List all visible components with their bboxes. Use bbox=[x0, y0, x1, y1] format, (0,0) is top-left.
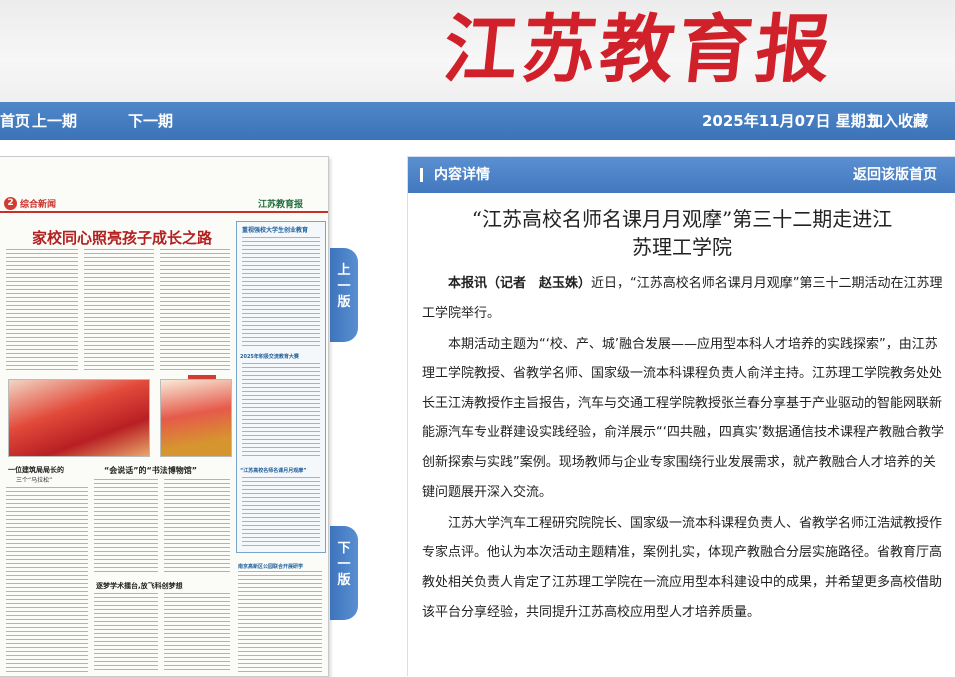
article-title: “江苏高校名师名课月月观摩”第三十二期走进江 苏理工学院 bbox=[408, 205, 955, 261]
page-section-name: 综合新闻 bbox=[20, 200, 57, 210]
content-panel: 内容详情 返回该版首页 “江苏高校名师名课月月观摩”第三十二期走进江 苏理工学院… bbox=[407, 156, 955, 676]
back-to-page-link[interactable]: 返回该版首页 bbox=[853, 157, 937, 193]
masthead: 江苏教育报 bbox=[0, 0, 955, 102]
article-paragraph: 本期活动主题为“‘校、产、城’融合发展——应用型本科人才培养的实践探索”，由江苏… bbox=[422, 336, 945, 500]
newspaper-logo: 江苏教育报 bbox=[439, 7, 839, 93]
panel-header: 内容详情 返回该版首页 bbox=[408, 157, 955, 193]
next-page-label: 下一版 bbox=[337, 541, 351, 588]
page-box-item: 南京高新区公园联合开展研学 bbox=[238, 564, 304, 570]
page-header-rule bbox=[0, 211, 328, 213]
page-text-column bbox=[84, 249, 154, 373]
page-text-column bbox=[6, 249, 78, 373]
page-text-column bbox=[242, 237, 320, 347]
prev-page-tab[interactable]: 上一版 bbox=[330, 248, 358, 342]
page-text-column bbox=[242, 477, 320, 547]
home-link[interactable]: 首页 bbox=[0, 102, 30, 140]
page-photo-stage bbox=[8, 379, 150, 457]
article-body: 本报讯（记者 赵玉姝）近日，“江苏高校名师名课月月观摩”第三十二期活动在江苏理工… bbox=[422, 269, 944, 629]
header-marker bbox=[420, 168, 423, 182]
page-text-column bbox=[160, 249, 230, 373]
page-text-column bbox=[94, 479, 158, 575]
page-text-column bbox=[6, 487, 88, 673]
page-text-column bbox=[242, 363, 320, 459]
page-article-title[interactable]: 一位建筑局局长的 bbox=[8, 465, 64, 475]
newspaper-page-image[interactable]: 2 综合新闻 江苏教育报 家校同心照亮孩子成长之路 重视强校大学生创业教育 20… bbox=[0, 156, 329, 677]
page-text-column bbox=[94, 593, 158, 673]
issue-date: 2025年11月07日 星期五 bbox=[702, 112, 881, 130]
nav-bar: 首页 上一期 下一期 2025年11月07日 星期五 加入收藏 bbox=[0, 102, 955, 140]
page-text-column bbox=[164, 593, 230, 673]
prev-issue-link[interactable]: 上一期 bbox=[32, 102, 77, 140]
page-box-item: 2025年积极交流教育大赛 bbox=[240, 354, 299, 360]
prev-page-label: 上一版 bbox=[337, 263, 351, 310]
article-byline: 本报讯（记者 赵玉姝） bbox=[448, 276, 592, 291]
newspaper-page-area: 2 综合新闻 江苏教育报 家校同心照亮孩子成长之路 重视强校大学生创业教育 20… bbox=[0, 156, 332, 677]
next-issue-link[interactable]: 下一期 bbox=[128, 102, 173, 140]
article-paragraph: 本报讯（记者 赵玉姝）近日，“江苏高校名师名课月月观摩”第三十二期活动在江苏理工… bbox=[422, 269, 944, 328]
page-photo-performance bbox=[160, 379, 232, 457]
page-text-column bbox=[164, 479, 230, 575]
page-box-title: 重视强校大学生创业教育 bbox=[242, 227, 309, 234]
page-article-subtitle: 三个“马拉松” bbox=[16, 477, 53, 484]
page-headline[interactable]: 家校同心照亮孩子成长之路 bbox=[32, 227, 212, 248]
page-article-title[interactable]: 逐梦学术擂台,放飞科创梦想 bbox=[96, 581, 183, 591]
panel-title: 内容详情 bbox=[434, 167, 490, 183]
next-page-tab[interactable]: 下一版 bbox=[330, 526, 358, 620]
page-brand: 江苏教育报 bbox=[258, 200, 304, 210]
bookmark-link[interactable]: 加入收藏 bbox=[868, 102, 928, 140]
page-number-badge: 2 bbox=[4, 197, 17, 210]
article-title-line: 苏理工学院 bbox=[632, 235, 732, 259]
page-article-title[interactable]: “会说话”的“书法博物馆” bbox=[104, 465, 197, 476]
page-text-column bbox=[238, 571, 322, 673]
article-title-line: “江苏高校名师名课月月观摩”第三十二期走进江 bbox=[471, 207, 893, 231]
page-box-item: “江苏高校名师名课月月观摩” bbox=[240, 468, 307, 474]
article-paragraph: 江苏大学汽车工程研究院院长、国家级一流本科课程负责人、省教学名师江浩斌教授作专家… bbox=[422, 515, 943, 620]
